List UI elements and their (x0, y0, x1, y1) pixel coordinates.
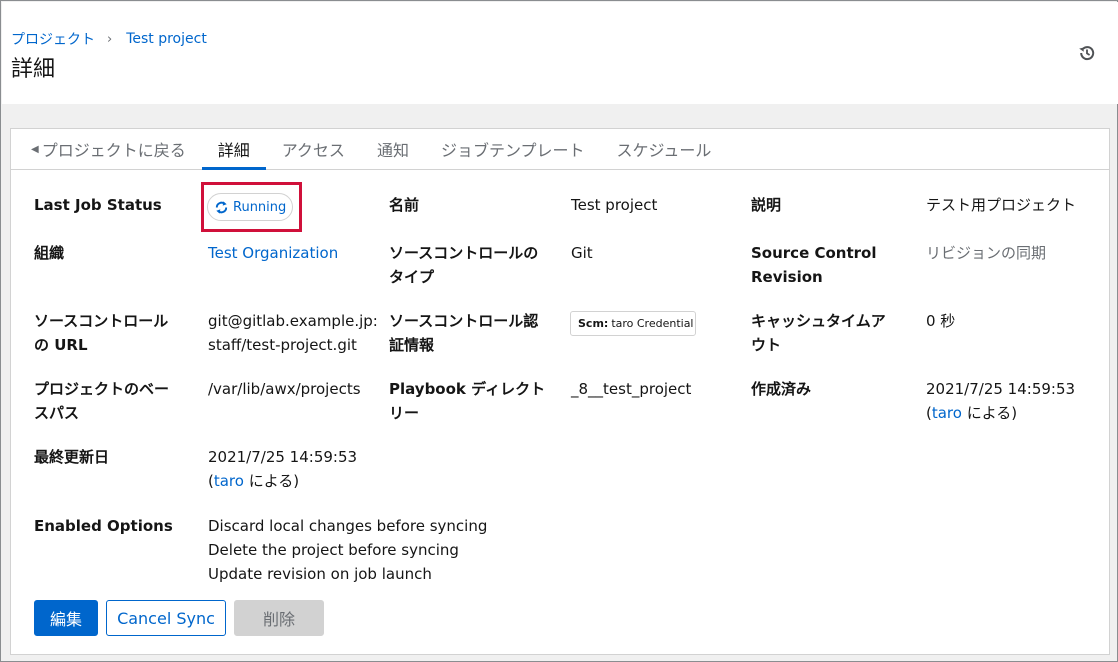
modified-label: 最終更新日 (34, 448, 110, 466)
scm-url-label-line2: の URL (34, 336, 88, 354)
credential-chip-prefix: Scm: (578, 317, 609, 330)
running-status-badge[interactable]: Running (207, 193, 293, 221)
scm-credential-label: ソースコントロール認 証情報 (389, 309, 538, 357)
enabled-options-list: Discard local changes before syncing Del… (208, 514, 487, 586)
enabled-option-item: Delete the project before syncing (208, 541, 459, 559)
playbook-dir-label: Playbook ディレクト リー (389, 377, 545, 425)
cache-timeout-label-line1: キャッシュタイムア (751, 312, 886, 330)
playbook-dir-label-line1: Playbook ディレクト (389, 380, 546, 398)
name-value: Test project (571, 196, 658, 214)
history-icon (1079, 46, 1095, 61)
tab-label: 詳細 (217, 141, 250, 160)
scm-type-label: ソースコントロールの タイプ (389, 241, 538, 289)
cache-timeout-label: キャッシュタイムア ウト (751, 309, 886, 357)
tab-notifications[interactable]: 通知 (361, 129, 425, 169)
scm-credential-label-line2: 証情報 (389, 336, 435, 354)
created-user-link[interactable]: taro (932, 404, 962, 422)
tab-label: スケジュール (616, 141, 712, 160)
description-value: テスト用プロジェクト (926, 196, 1077, 214)
credential-chip-value: taro Credential (611, 317, 694, 330)
created-date: 2021/7/25 14:59:53 (926, 380, 1076, 398)
cache-timeout-label-line2: ウト (751, 336, 782, 354)
base-path-label-line2: スパス (34, 404, 80, 422)
base-path-value: /var/lib/awx/projects (208, 380, 361, 398)
scm-credential-label-line1: ソースコントロール認 (389, 312, 539, 330)
tab-job-templates[interactable]: ジョブテンプレート (425, 129, 601, 169)
page-header: プロジェクト › Test project 詳細 (2, 2, 1118, 104)
created-value: 2021/7/25 14:59:53 (taro による) (926, 377, 1075, 425)
created-suffix: による) (961, 404, 1018, 422)
last-job-status-label: Last Job Status (34, 196, 162, 214)
sync-icon (215, 200, 228, 214)
tab-access[interactable]: アクセス (266, 129, 361, 169)
description-label: 説明 (751, 196, 782, 214)
delete-button[interactable]: 削除 (234, 600, 324, 636)
organization-link[interactable]: Test Organization (208, 241, 338, 265)
scm-url-value-line2: staff/test-project.git (208, 336, 357, 354)
modified-suffix: による) (243, 472, 300, 490)
tab-label: ジョブテンプレート (440, 141, 585, 160)
scm-url-value-line1: git@gitlab.example.jp: (208, 312, 378, 330)
chevron-right-icon: › (107, 31, 113, 47)
breadcrumb: プロジェクト › Test project (11, 29, 207, 49)
scm-url-label: ソースコントロール の URL (34, 309, 168, 357)
edit-button[interactable]: 編集 (34, 600, 98, 636)
scm-revision-label-line1: Source Control (751, 244, 877, 262)
tab-label: プロジェクトに戻る (41, 141, 186, 160)
playbook-dir-label-line2: リー (389, 404, 420, 422)
base-path-label: プロジェクトのベー スパス (34, 377, 169, 425)
tab-label: 通知 (376, 141, 409, 160)
history-button[interactable] (1076, 42, 1098, 64)
tab-label: アクセス (281, 141, 345, 160)
scm-type-label-line2: タイプ (389, 268, 435, 286)
cancel-sync-button[interactable]: Cancel Sync (106, 600, 226, 636)
scm-revision-value: リビジョンの同期 (926, 244, 1047, 262)
created-by: (taro による) (926, 401, 1075, 425)
cache-timeout-value: 0 秒 (926, 312, 956, 330)
app-frame: プロジェクト › Test project 詳細 ◀ プロジェクトに戻る 詳細 … (0, 0, 1118, 662)
tab-back-to-projects[interactable]: ◀ プロジェクトに戻る (11, 129, 202, 169)
enabled-option-item: Discard local changes before syncing (208, 517, 488, 535)
tab-details[interactable]: 詳細 (201, 129, 266, 170)
scm-type-value: Git (571, 244, 593, 262)
breadcrumb-projects-link[interactable]: プロジェクト (11, 29, 95, 49)
enabled-option-item: Update revision on job launch (208, 565, 432, 583)
scm-url-label-line1: ソースコントロール (34, 312, 169, 330)
running-status-text: Running (233, 199, 287, 215)
modified-user-link[interactable]: taro (214, 472, 244, 490)
organization-label: 組織 (34, 244, 65, 262)
modified-by: (taro による) (208, 469, 357, 493)
base-path-label-line1: プロジェクトのベー (34, 380, 170, 398)
tab-schedules[interactable]: スケジュール (600, 129, 727, 169)
scm-revision-label: Source Control Revision (751, 241, 876, 289)
scm-revision-label-line2: Revision (751, 268, 823, 286)
modified-date: 2021/7/25 14:59:53 (208, 448, 358, 466)
enabled-options-label: Enabled Options (34, 517, 173, 535)
scm-type-label-line1: ソースコントロールの (389, 244, 539, 262)
modified-value: 2021/7/25 14:59:53 (taro による) (208, 445, 357, 493)
page-title: 詳細 (11, 57, 56, 82)
playbook-dir-value: _8__test_project (571, 380, 692, 398)
created-label: 作成済み (751, 380, 812, 398)
breadcrumb-project-link[interactable]: Test project (126, 31, 207, 47)
name-label: 名前 (389, 196, 420, 214)
caret-left-icon: ◀ (31, 143, 39, 155)
scm-url-value: git@gitlab.example.jp: staff/test-projec… (208, 309, 378, 357)
credential-chip: Scm: taro Credential (570, 311, 696, 336)
tab-bar: ◀ プロジェクトに戻る 詳細 アクセス 通知 ジョブテンプレート スケジュール (11, 129, 1109, 170)
